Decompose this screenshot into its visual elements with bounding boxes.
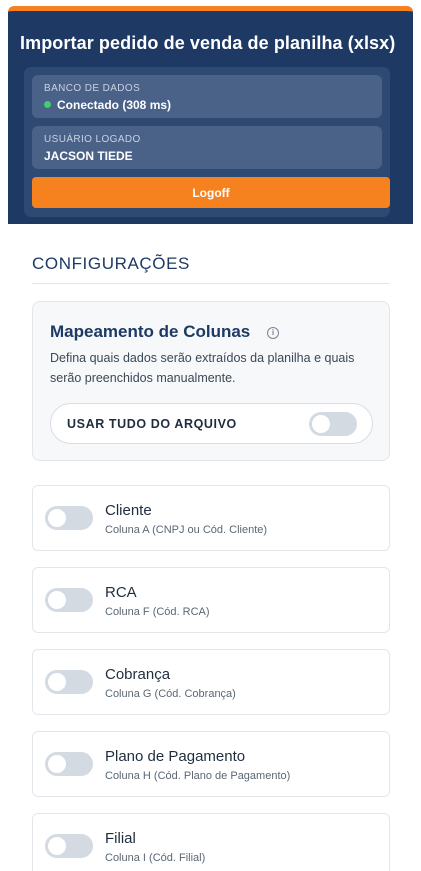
field-column: Coluna I (Cód. Filial) [105, 852, 206, 864]
plano-pagamento-toggle[interactable] [45, 752, 93, 776]
use-all-from-file-control[interactable]: USAR TUDO DO ARQUIVO [50, 403, 373, 444]
field-card-rca: RCA Coluna F (Cód. RCA) [32, 567, 390, 633]
database-status-text: Conectado (308 ms) [57, 98, 172, 112]
column-mapping-card: Mapeamento de Colunas i Defina quais dad… [32, 301, 390, 461]
rca-toggle[interactable] [45, 588, 93, 612]
field-name: Filial [105, 830, 136, 847]
field-card-plano-pagamento: Plano de Pagamento Coluna H (Cód. Plano … [32, 731, 390, 797]
field-name: Cobrança [105, 666, 171, 683]
page-title: Importar pedido de venda de planilha (xl… [20, 33, 396, 53]
cobranca-toggle[interactable] [45, 670, 93, 694]
status-dot-icon [44, 101, 51, 108]
database-status-box: BANCO DE DADOS Conectado (308 ms) [32, 75, 382, 118]
logged-user-box: USUÁRIO LOGADO JACSON TIEDE [32, 126, 382, 169]
field-column: Coluna G (Cód. Cobrança) [105, 688, 236, 700]
field-card-filial: Filial Coluna I (Cód. Filial) [32, 813, 390, 871]
field-name: Cliente [105, 502, 152, 519]
field-column: Coluna H (Cód. Plano de Pagamento) [105, 770, 291, 782]
mapping-description: Defina quais dados serão extraídos da pl… [50, 351, 355, 385]
toggle-knob [48, 509, 66, 527]
toggle-knob [48, 673, 66, 691]
field-name: RCA [105, 584, 137, 601]
main-content: CONFIGURAÇÕES Mapeamento de Colunas i De… [8, 224, 413, 871]
app-header: Importar pedido de venda de planilha (xl… [8, 6, 413, 224]
user-name: JACSON TIEDE [44, 149, 133, 163]
info-icon[interactable]: i [267, 327, 279, 339]
database-status: Conectado (308 ms) [44, 98, 171, 112]
field-name: Plano de Pagamento [105, 748, 246, 765]
session-info-panel: BANCO DE DADOS Conectado (308 ms) USUÁRI… [24, 67, 390, 217]
logoff-button[interactable]: Logoff [32, 177, 390, 208]
toggle-knob [48, 837, 66, 855]
use-all-toggle[interactable] [309, 412, 357, 436]
field-card-cliente: Cliente Coluna A (CNPJ ou Cód. Cliente) [32, 485, 390, 551]
field-card-cobranca: Cobrança Coluna G (Cód. Cobrança) [32, 649, 390, 715]
filial-toggle[interactable] [45, 834, 93, 858]
database-label: BANCO DE DADOS [44, 83, 141, 94]
toggle-knob [312, 415, 330, 433]
toggle-knob [48, 755, 66, 773]
section-title: CONFIGURAÇÕES [32, 254, 190, 273]
mapping-title: Mapeamento de Colunas [50, 322, 251, 341]
cliente-toggle[interactable] [45, 506, 93, 530]
user-label: USUÁRIO LOGADO [44, 134, 141, 145]
field-column: Coluna F (Cód. RCA) [105, 606, 210, 618]
field-column: Coluna A (CNPJ ou Cód. Cliente) [105, 524, 268, 536]
use-all-label: USAR TUDO DO ARQUIVO [67, 417, 237, 431]
section-divider [32, 283, 390, 284]
toggle-knob [48, 591, 66, 609]
